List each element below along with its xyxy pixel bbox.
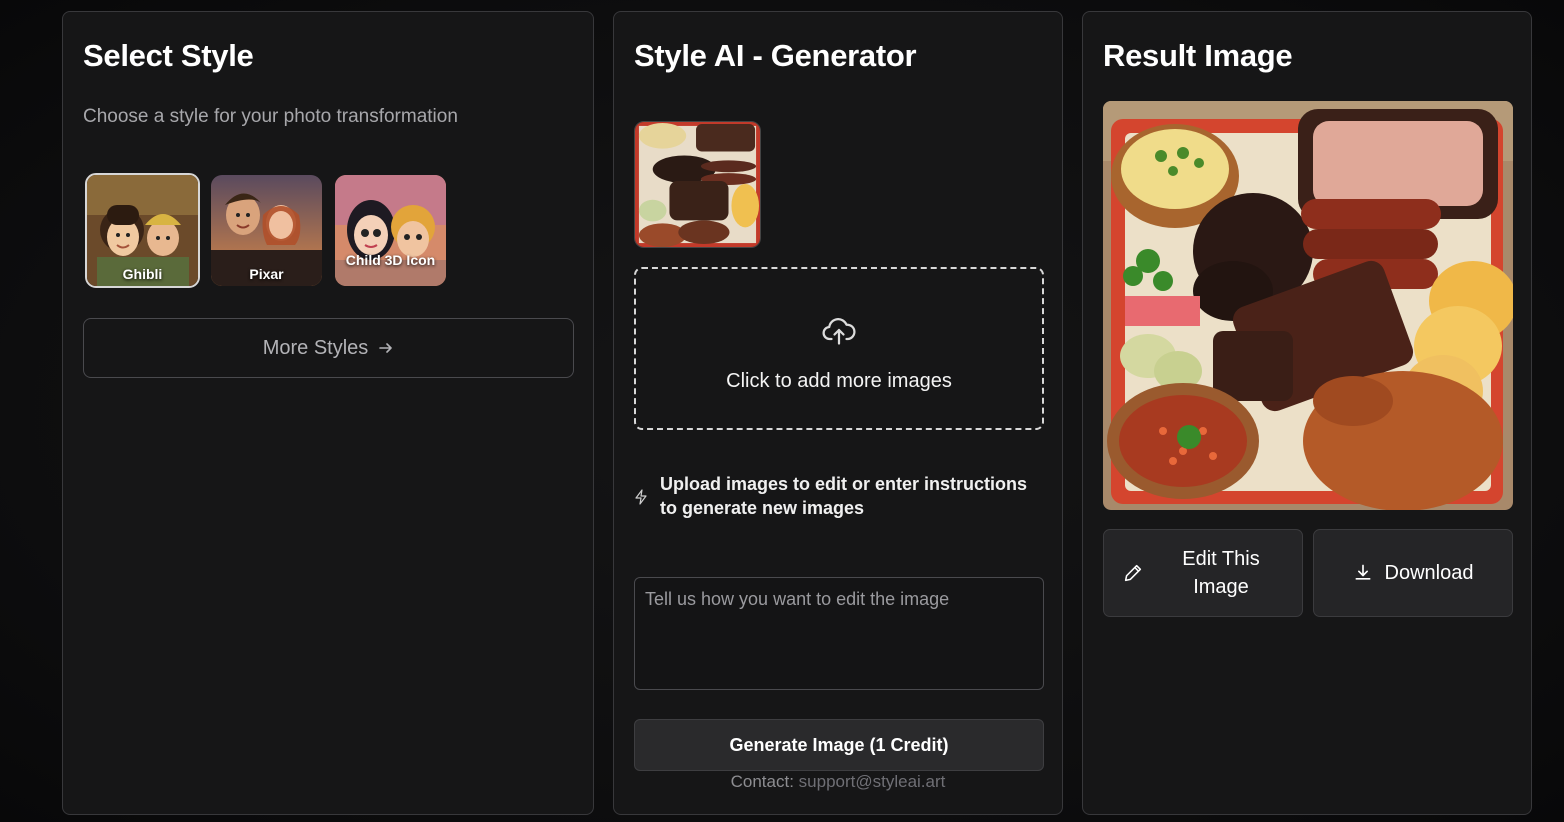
style-option-pixar[interactable]: Pixar	[211, 175, 322, 286]
dropzone-text: Click to add more images	[726, 370, 952, 392]
style-option-child-3d-icon[interactable]: Child 3D Icon	[335, 175, 446, 286]
panel-title: Result Image	[1103, 38, 1293, 73]
upload-dropzone[interactable]: Click to add more images	[634, 267, 1044, 430]
download-button-label: Download	[1384, 561, 1474, 584]
hint-text: Upload images to edit or enter instructi…	[660, 474, 1028, 518]
lightning-icon	[635, 489, 647, 505]
style-label: Pixar	[249, 266, 284, 282]
more-styles-label: More Styles	[262, 336, 369, 359]
pencil-icon	[1124, 564, 1142, 582]
support-email-link[interactable]: support@styleai.art	[799, 772, 946, 791]
arrow-right-icon	[379, 343, 393, 353]
panel-title: Style AI - Generator	[634, 38, 917, 73]
contact-line: Contact: support@styleai.art	[614, 772, 1062, 792]
cloud-upload-icon	[822, 318, 856, 345]
edit-button-label: Edit This Image	[1182, 548, 1260, 598]
more-styles-button[interactable]: More Styles	[83, 318, 574, 378]
download-icon	[1355, 564, 1371, 580]
result-image	[1103, 101, 1513, 510]
download-button[interactable]: Download	[1313, 529, 1513, 617]
style-panel: Select Style Choose a style for your pho…	[62, 11, 594, 815]
style-label: Ghibli	[122, 266, 163, 282]
uploaded-bbq-photo	[635, 122, 760, 247]
style-subtitle: Choose a style for your photo transforma…	[83, 106, 458, 127]
instruction-hint: Upload images to edit or enter instructi…	[634, 472, 1044, 520]
uploaded-image-thumbnail[interactable]	[634, 121, 761, 248]
generate-image-button[interactable]: Generate Image (1 Credit)	[634, 719, 1044, 771]
edit-instructions-input[interactable]	[634, 577, 1044, 690]
panel-title: Select Style	[83, 38, 254, 73]
contact-label: Contact:	[730, 772, 794, 791]
style-option-ghibli[interactable]: Ghibli	[85, 173, 200, 288]
result-bbq-illustration	[1103, 101, 1513, 510]
style-label: Child 3D Icon	[345, 252, 436, 268]
generator-panel: Style AI - Generator Click to add more i…	[613, 11, 1063, 815]
edit-this-image-button[interactable]: Edit This Image	[1103, 529, 1303, 617]
result-panel: Result Image Edit This Image Download	[1082, 11, 1532, 815]
